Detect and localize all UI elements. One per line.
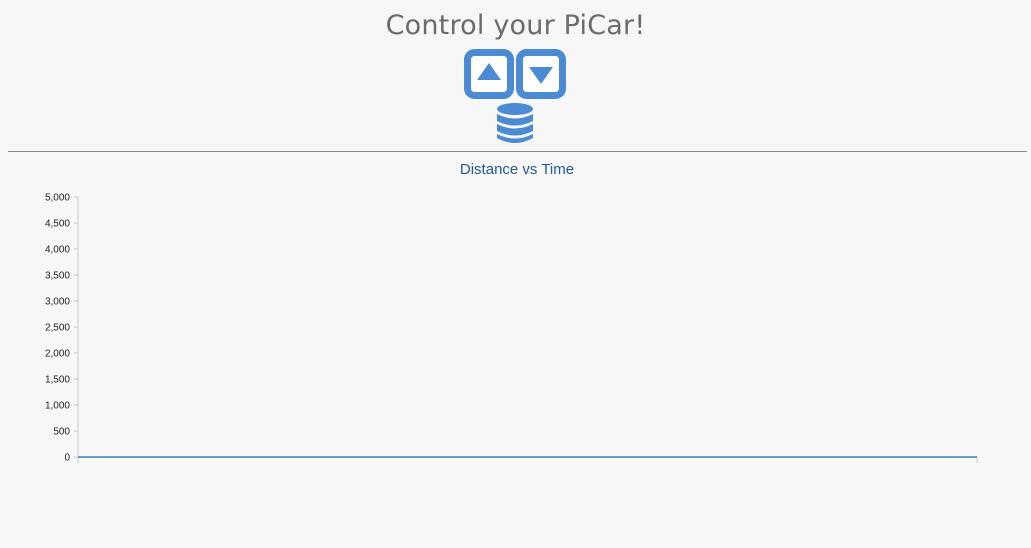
x-axis [77, 457, 978, 463]
chart-svg: Distance vs Time 0 500 1,000 1,500 2,000 2,50… [45, 161, 978, 464]
y-tick-label: 4,000 [45, 245, 70, 256]
y-tick-label: 4,500 [45, 219, 70, 230]
y-tick-label: 2,000 [45, 349, 70, 360]
y-tick-label: 2,500 [45, 323, 70, 334]
drive-controls [464, 49, 568, 147]
chart-title: Distance vs Time [460, 161, 574, 178]
database-icon [497, 103, 533, 143]
y-tick-label: 3,000 [45, 297, 70, 308]
backward-button[interactable] [516, 49, 566, 99]
y-axis: 0 500 1,000 1,500 2,000 2,500 3,000 3,500 4,000 4… [45, 193, 79, 464]
forward-button[interactable] [464, 49, 514, 99]
y-tick-label: 0 [64, 453, 70, 464]
y-tick-label: 1,500 [45, 375, 70, 386]
y-tick-label: 500 [53, 427, 70, 438]
y-tick-label: 3,500 [45, 271, 70, 282]
distance-time-chart: Distance vs Time 0 500 1,000 1,500 2,000 2,50… [0, 152, 1031, 548]
y-tick-label: 1,000 [45, 401, 70, 412]
arrow-up-box-icon [464, 49, 514, 99]
database-button[interactable] [496, 102, 534, 145]
page-title: Control your PiCar! [385, 10, 646, 41]
arrow-down-box-icon [516, 49, 566, 99]
y-tick-label: 5,000 [45, 193, 70, 204]
picar-control-page: Control your PiCar! Distance vs Time 0 5… [0, 0, 1031, 548]
